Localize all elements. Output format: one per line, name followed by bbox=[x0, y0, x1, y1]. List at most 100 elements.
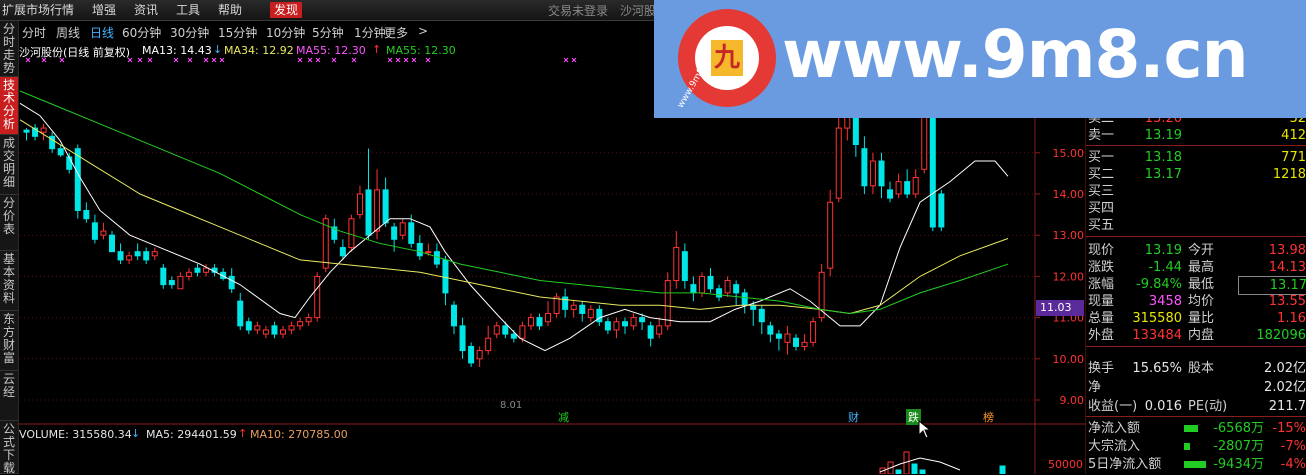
buy2-volume: 1218 bbox=[1272, 167, 1306, 182]
candle-down bbox=[741, 292, 748, 306]
signal-cross-mark bbox=[211, 57, 217, 63]
flow-value: -2807万 bbox=[1213, 439, 1264, 454]
candle-up bbox=[100, 230, 107, 236]
stat-label: 涨幅 bbox=[1088, 277, 1115, 292]
candle-up bbox=[587, 308, 594, 319]
flow-value: -9434万 bbox=[1213, 457, 1264, 472]
volume-up-arrow-icon: ↑ bbox=[238, 427, 248, 440]
signal-cross-mark bbox=[571, 57, 577, 63]
candle-down bbox=[562, 296, 569, 310]
stat-label: 总量 bbox=[1088, 311, 1115, 326]
volume-ma10-label: MA10: 270785.00 bbox=[250, 428, 348, 441]
watermark-logo: 九 www.9m8.cn bbox=[676, 9, 776, 110]
event-marker-rank[interactable]: 榜 bbox=[983, 409, 994, 425]
volume-bar bbox=[895, 469, 902, 474]
candle-up bbox=[314, 275, 321, 319]
candle-down bbox=[23, 129, 30, 133]
stat-row: 现量 3458 均价 13.55 bbox=[1088, 293, 1306, 310]
event-marker-finance[interactable]: 财 bbox=[848, 409, 859, 425]
volume-label: VOLUME: 315580.34 bbox=[19, 428, 132, 441]
mouse-cursor-icon bbox=[918, 420, 932, 439]
candle-up bbox=[724, 280, 731, 294]
candle-down bbox=[66, 156, 73, 170]
volume-bars bbox=[879, 451, 1006, 474]
candle-down bbox=[168, 280, 175, 286]
stat-row: 现价 13.19 今开 13.98 bbox=[1088, 242, 1306, 259]
candle-up bbox=[254, 325, 261, 331]
stat-value: 13.98 bbox=[1268, 243, 1306, 258]
candle-up bbox=[801, 341, 808, 347]
up-arrow-icon: ↑ bbox=[372, 43, 382, 56]
candle-down bbox=[451, 304, 457, 327]
candle-up bbox=[280, 329, 286, 335]
stat-label: 股本 bbox=[1188, 361, 1215, 376]
price-axis-label: 12.00 bbox=[1053, 270, 1085, 283]
candle-up bbox=[810, 321, 817, 343]
candle-down bbox=[57, 148, 64, 156]
candle-down bbox=[339, 247, 346, 257]
fund-flow-row: 净流入额 -6568万 -15% bbox=[1088, 420, 1306, 437]
ma13-line bbox=[19, 102, 1009, 352]
candle-down bbox=[143, 251, 150, 261]
down-arrow-icon: ↓ bbox=[213, 43, 223, 56]
candle-up bbox=[126, 255, 133, 261]
volume-down-arrow-icon: ↓ bbox=[131, 427, 141, 440]
candle-down bbox=[237, 300, 244, 327]
buy1-volume: 771 bbox=[1281, 150, 1306, 165]
flow-bar bbox=[1184, 443, 1190, 450]
candle-down bbox=[622, 321, 628, 327]
stat-value: 182096 bbox=[1256, 328, 1306, 343]
candle-down bbox=[887, 189, 894, 199]
candle-up bbox=[656, 325, 663, 335]
stat-value: 14.13 bbox=[1268, 260, 1306, 275]
signal-cross-mark bbox=[147, 57, 153, 63]
stat-label: 最低 bbox=[1188, 277, 1215, 292]
flow-pct: -15% bbox=[1272, 421, 1306, 436]
signal-cross-mark bbox=[187, 57, 193, 63]
stat-value: 2.02亿 bbox=[1264, 361, 1306, 376]
candle-up bbox=[827, 201, 834, 269]
divider bbox=[1086, 236, 1306, 237]
candle-down bbox=[878, 160, 885, 187]
candle-up bbox=[545, 312, 552, 323]
stat-label: 涨跌 bbox=[1088, 260, 1115, 275]
candle-down bbox=[134, 251, 141, 257]
candle-up bbox=[613, 321, 620, 331]
candle-down bbox=[758, 308, 765, 323]
flow-label: 5日净流入额 bbox=[1088, 457, 1162, 472]
watermark-text: www.9m8.cn bbox=[782, 16, 1249, 93]
candle-down bbox=[716, 288, 723, 298]
ma55-line bbox=[19, 90, 1009, 314]
candle-down bbox=[160, 267, 167, 286]
candle-down bbox=[767, 325, 774, 335]
flow-label: 大宗流入 bbox=[1088, 439, 1141, 454]
stat-label: 内盘 bbox=[1188, 328, 1215, 343]
event-marker-reduce[interactable]: 减 bbox=[558, 409, 569, 425]
candle-down bbox=[536, 317, 543, 327]
stat-value: 315580 bbox=[1132, 311, 1182, 326]
candle-down bbox=[271, 325, 278, 335]
candle-down bbox=[459, 325, 466, 352]
candle-up bbox=[399, 222, 406, 236]
candle-up bbox=[356, 193, 363, 216]
stat-label: PE(动) bbox=[1188, 399, 1228, 414]
price-axis-labels: 15.0014.0013.0012.0011.0010.009.00 bbox=[1053, 147, 1085, 407]
flow-pct: -7% bbox=[1280, 439, 1306, 454]
signal-cross-mark bbox=[411, 57, 417, 63]
candle-up bbox=[40, 127, 47, 133]
candle-up bbox=[476, 350, 483, 360]
buy5-label: 买五 bbox=[1088, 218, 1115, 233]
stat-value: 13.19 bbox=[1144, 243, 1182, 258]
candle-down bbox=[579, 304, 586, 314]
volume-bar bbox=[999, 465, 1006, 474]
candle-down bbox=[416, 242, 423, 257]
candle-up bbox=[425, 251, 432, 254]
candle-down bbox=[707, 275, 714, 290]
candle-down bbox=[510, 333, 517, 339]
candle-down bbox=[596, 308, 603, 323]
candle-up bbox=[177, 275, 184, 290]
stat-label: 均价 bbox=[1188, 294, 1215, 309]
volume-bar bbox=[919, 469, 926, 474]
signal-cross-mark bbox=[203, 57, 209, 63]
candle-up bbox=[297, 321, 304, 327]
